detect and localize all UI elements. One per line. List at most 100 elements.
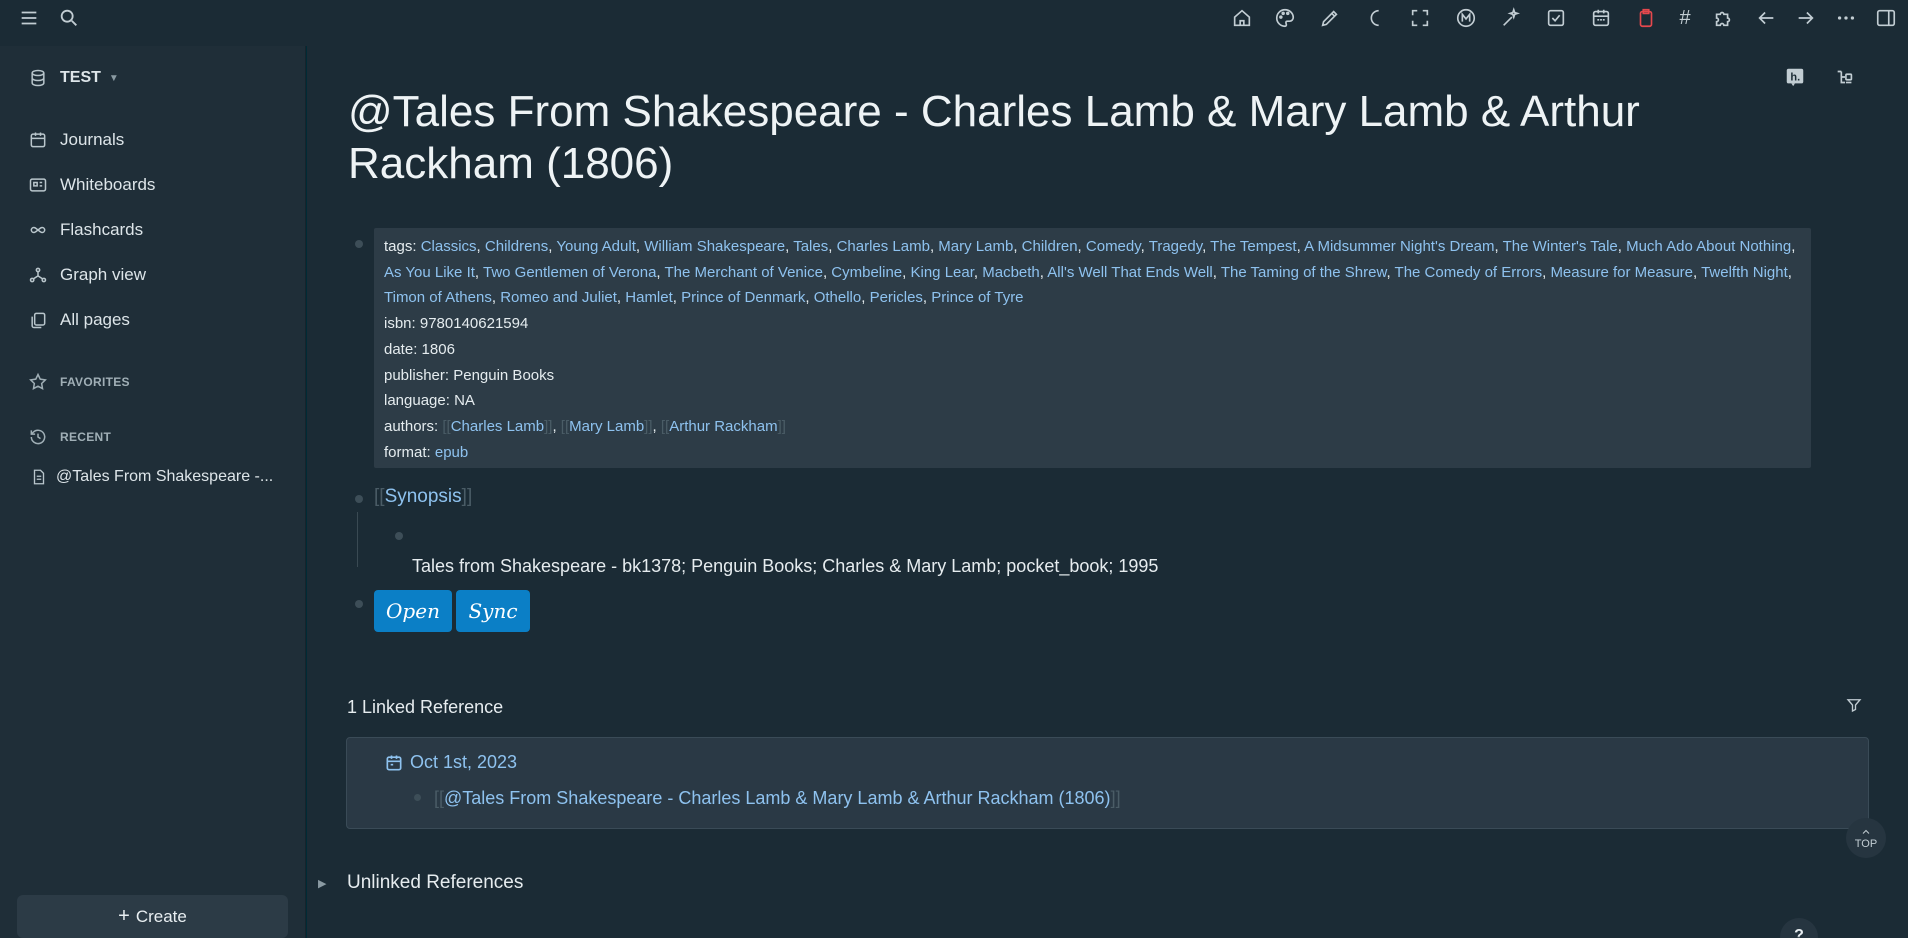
sync-button[interactable]: Sync (456, 590, 530, 632)
tag-link[interactable]: Cymbeline (831, 264, 902, 281)
tag-link[interactable]: King Lear (911, 264, 974, 281)
tag-separator: , (635, 238, 645, 255)
tag-link[interactable]: Mary Lamb (938, 238, 1013, 255)
tag-link[interactable]: Prince of Denmark (681, 289, 805, 306)
tag-link[interactable]: The Comedy of Errors (1395, 264, 1543, 281)
graph-switcher[interactable]: TEST ▼ (28, 68, 119, 88)
sidebar-item-all-pages[interactable]: All pages (28, 310, 130, 330)
tag-link[interactable]: Childrens (485, 238, 548, 255)
tag-link[interactable]: Two Gentlemen of Verona (483, 264, 656, 281)
tag-link[interactable]: Much Ado About Nothing (1626, 238, 1791, 255)
tag-link[interactable]: Charles Lamb (837, 238, 930, 255)
synopsis-text[interactable]: Tales from Shakespeare - bk1378; Penguin… (412, 556, 1158, 577)
fullscreen-icon[interactable] (1405, 3, 1435, 33)
block-bullet[interactable] (355, 495, 363, 503)
tag-separator: , (1617, 238, 1627, 255)
hypothesis-icon[interactable]: h. (1780, 62, 1810, 92)
caret-right-icon[interactable]: ▶ (318, 877, 326, 890)
moon-icon[interactable] (1360, 3, 1390, 33)
more-icon[interactable] (1831, 3, 1861, 33)
sidebar-item-journals[interactable]: Journals (28, 130, 124, 150)
tag-link[interactable]: As You Like It (384, 264, 475, 281)
open-button[interactable]: Open (374, 590, 452, 632)
synopsis-link[interactable]: Synopsis (385, 486, 462, 507)
clipboard-icon[interactable] (1631, 3, 1661, 33)
author-link[interactable]: Arthur Rackham (669, 418, 777, 435)
format-link[interactable]: epub (435, 444, 468, 461)
tag-link[interactable]: Tales (793, 238, 828, 255)
tag-separator: , (1296, 238, 1305, 255)
tag-link[interactable]: Comedy (1086, 238, 1141, 255)
menu-icon[interactable] (14, 3, 44, 33)
linked-references-title[interactable]: 1 Linked Reference (347, 697, 503, 718)
tag-separator: , (1077, 238, 1086, 255)
outline-tree-icon[interactable] (1830, 62, 1860, 92)
block-bullet[interactable] (414, 794, 421, 801)
reference-date-link[interactable]: Oct 1st, 2023 (384, 752, 517, 773)
tag-link[interactable]: The Taming of the Shrew (1221, 264, 1387, 281)
tag-link[interactable]: William Shakespeare (644, 238, 785, 255)
tag-link[interactable]: A Midsummer Night's Dream (1304, 238, 1494, 255)
checkbox-icon[interactable] (1541, 3, 1571, 33)
star-icon (29, 372, 47, 390)
tag-link[interactable]: Romeo and Juliet (500, 289, 617, 306)
tags-property: tags: Classics, Childrens, Young Adult, … (384, 234, 1801, 311)
tag-link[interactable]: All's Well That Ends Well (1047, 264, 1212, 281)
sidebar-toggle-icon[interactable] (1871, 3, 1901, 33)
tag-link[interactable]: The Merchant of Venice (665, 264, 823, 281)
tag-link[interactable]: The Winter's Tale (1503, 238, 1618, 255)
tag-link[interactable]: Measure for Measure (1550, 264, 1693, 281)
plus-icon: + (118, 905, 130, 927)
star-wand-icon[interactable] (1496, 3, 1526, 33)
block-bullet[interactable] (355, 600, 363, 608)
palette-icon[interactable] (1270, 3, 1300, 33)
sidebar-item-graph-view[interactable]: Graph view (28, 265, 146, 285)
reference-page-link[interactable]: @Tales From Shakespeare - Charles Lamb &… (444, 788, 1111, 808)
arrow-right-icon[interactable] (1791, 3, 1821, 33)
sidebar-item-whiteboards[interactable]: Whiteboards (28, 175, 155, 195)
tag-link[interactable]: Young Adult (556, 238, 636, 255)
tag-separator: , (1140, 238, 1149, 255)
tag-link[interactable]: Hamlet (625, 289, 673, 306)
tag-separator: , (1386, 263, 1395, 281)
recent-section[interactable]: RECENT (28, 427, 111, 447)
tag-link[interactable]: Prince of Tyre (931, 289, 1023, 306)
tag-link[interactable]: Classics (421, 238, 477, 255)
puzzle-icon[interactable] (1708, 3, 1738, 33)
page-title[interactable]: @Tales From Shakespeare - Charles Lamb &… (348, 86, 1728, 190)
block-bullet[interactable] (395, 532, 403, 540)
calendar-icon[interactable] (1586, 3, 1616, 33)
tag-link[interactable]: Children (1022, 238, 1078, 255)
tag-list: Classics, Childrens, Young Adult, Willia… (384, 238, 1795, 306)
tag-link[interactable]: The Tempest (1210, 238, 1296, 255)
search-icon[interactable] (54, 3, 84, 33)
tag-link[interactable]: Timon of Athens (384, 289, 492, 306)
filter-icon[interactable] (1839, 690, 1869, 720)
favorites-section[interactable]: FAVORITES (28, 372, 130, 392)
arrow-left-icon[interactable] (1751, 3, 1781, 33)
pencil-icon[interactable] (1315, 3, 1345, 33)
tag-link[interactable]: Tragedy (1149, 238, 1202, 255)
home-icon[interactable] (1227, 3, 1257, 33)
pages-icon (31, 312, 46, 329)
hashtag-icon[interactable]: # (1670, 3, 1700, 33)
recent-item[interactable]: @Tales From Shakespeare -... (30, 468, 273, 486)
tag-link[interactable]: Macbeth (982, 264, 1040, 281)
isbn-property: isbn: 9780140621594 (384, 311, 1801, 337)
tag-link[interactable]: Pericles (870, 289, 923, 306)
properties-block[interactable]: tags: Classics, Childrens, Young Adult, … (374, 228, 1811, 468)
format-property: format: epub (384, 440, 1801, 466)
unlinked-references-toggle[interactable]: Unlinked References (347, 872, 523, 894)
date-property: date: 1806 (384, 337, 1801, 363)
sidebar-item-label: Journals (60, 130, 125, 149)
author-link[interactable]: Charles Lamb (451, 418, 544, 435)
tag-link[interactable]: Twelfth Night (1701, 264, 1788, 281)
author-link[interactable]: Mary Lamb (569, 418, 644, 435)
create-button[interactable]: + Create (17, 895, 288, 938)
sidebar-item-flashcards[interactable]: Flashcards (28, 220, 143, 240)
block-bullet[interactable] (355, 240, 363, 248)
top-label: TOP (1854, 838, 1878, 850)
tag-link[interactable]: Othello (814, 289, 862, 306)
scroll-top-button[interactable]: TOP (1846, 818, 1886, 858)
logseq-m-icon[interactable] (1451, 3, 1481, 33)
